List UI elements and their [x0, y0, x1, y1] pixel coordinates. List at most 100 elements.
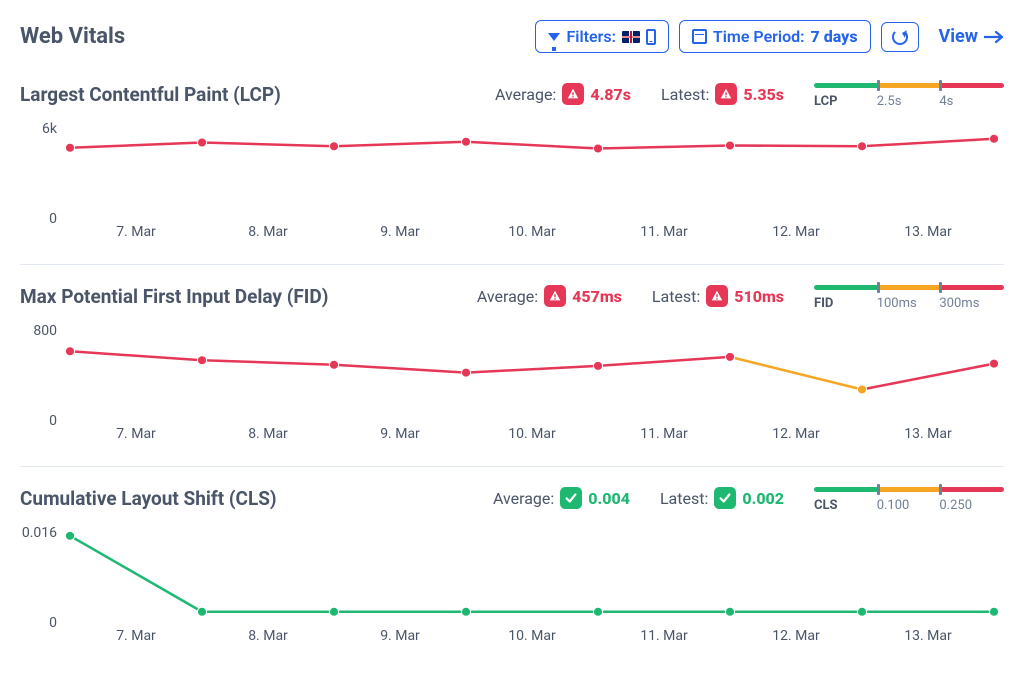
- warning-icon: [544, 285, 566, 307]
- metric-title: Max Potential First Input Delay (FID): [20, 285, 420, 308]
- stat-label: Latest:: [661, 85, 709, 104]
- stat-label: Average:: [477, 287, 538, 306]
- warning-icon: [562, 83, 584, 105]
- stat-value: 4.87s: [590, 85, 631, 104]
- threshold-name: CLS: [814, 498, 877, 513]
- stat-value: 5.35s: [743, 85, 784, 104]
- x-axis: 7. Mar8. Mar9. Mar10. Mar11. Mar12. Mar1…: [70, 628, 994, 648]
- refresh-icon: [892, 29, 908, 45]
- threshold-labels: CLS 0.100 0.250: [814, 498, 1004, 513]
- x-axis-label: 10. Mar: [508, 628, 555, 644]
- stat-value: 510ms: [734, 287, 784, 306]
- metric-title: Cumulative Layout Shift (CLS): [20, 487, 420, 510]
- stat-label: Average:: [493, 489, 554, 508]
- metric-stats: Average: 4.87s Latest: 5.35s: [440, 83, 794, 105]
- x-axis-label: 11. Mar: [640, 426, 687, 442]
- y-axis-label: 0: [49, 413, 57, 429]
- view-link[interactable]: View: [939, 26, 1004, 47]
- x-axis-label: 7. Mar: [116, 426, 156, 442]
- view-label: View: [939, 26, 978, 47]
- refresh-button[interactable]: [881, 22, 919, 52]
- threshold-bar: [814, 83, 1004, 88]
- stat-latest: Latest: 5.35s: [661, 83, 784, 105]
- check-icon: [560, 487, 582, 509]
- y-axis: 800 0: [20, 331, 65, 421]
- threshold-t1: 2.5s: [877, 94, 940, 109]
- x-axis-label: 8. Mar: [248, 628, 288, 644]
- y-axis-label: 0.016: [22, 525, 57, 541]
- x-axis-label: 9. Mar: [380, 426, 420, 442]
- filters-button[interactable]: Filters:: [535, 20, 668, 53]
- stat-label: Average:: [495, 85, 556, 104]
- plot-area: [70, 331, 994, 421]
- chart-cls[interactable]: 0.016 0 7. Mar 8. Mar 9. Mar 10. Mar 11. Mar…: [20, 533, 1004, 648]
- threshold-widget: CLS 0.100 0.250: [814, 487, 1004, 513]
- x-axis-label: 10. Mar: [508, 426, 555, 442]
- stat-latest: Latest: 0.002: [660, 487, 784, 509]
- stat-value: 0.002: [742, 489, 784, 508]
- x-axis-label: 13. Mar: [904, 224, 951, 240]
- x-axis: 7. Mar 8. Mar 9. Mar 10. Mar 11. Mar 12. Mar 1…: [70, 426, 994, 446]
- x-axis-label: 13. Mar: [904, 426, 951, 442]
- threshold-t2: 0.250: [939, 498, 972, 513]
- stat-latest: Latest: 510ms: [652, 285, 784, 307]
- x-axis-label: 12. Mar: [772, 426, 819, 442]
- header-controls: Filters: Time Period: 7 days View: [535, 20, 1004, 53]
- threshold-labels: FID 100ms 300ms: [814, 296, 1004, 311]
- stat-average: Average: 0.004: [493, 487, 630, 509]
- time-period-value: 7 days: [811, 27, 858, 46]
- metric-panel-fid: Max Potential First Input Delay (FID) Av…: [20, 285, 1004, 467]
- threshold-t2: 4s: [939, 94, 953, 109]
- stat-label: Latest:: [652, 287, 700, 306]
- mobile-device-icon: [646, 29, 656, 45]
- x-axis-label: 9. Mar: [380, 628, 420, 644]
- plot-area: [70, 533, 994, 623]
- chart-lcp[interactable]: 6k 0 7. Mar8. Mar9. Mar10. Mar11. Mar12.…: [20, 129, 1004, 244]
- y-axis: 6k 0: [20, 129, 65, 219]
- check-icon: [714, 487, 736, 509]
- x-axis-label: 8. Mar: [248, 224, 288, 240]
- stat-value: 0.004: [588, 489, 630, 508]
- threshold-t1: 100ms: [877, 296, 940, 311]
- metric-stats: Average: 0.004 Latest: 0.002: [440, 487, 794, 509]
- threshold-t2: 300ms: [939, 296, 979, 311]
- y-axis-label: 800: [33, 323, 57, 339]
- threshold-name: FID: [814, 296, 877, 311]
- threshold-bar: [814, 487, 1004, 492]
- stat-average: Average: 457ms: [477, 285, 622, 307]
- metric-title: Largest Contentful Paint (LCP): [20, 83, 420, 106]
- x-axis-label: 11. Mar: [640, 224, 687, 240]
- y-axis-label: 0: [49, 615, 57, 631]
- time-period-label: Time Period:: [713, 27, 805, 46]
- metric-header: Largest Contentful Paint (LCP) Average: …: [20, 83, 1004, 109]
- x-axis-label: 10. Mar: [508, 224, 555, 240]
- metric-header: Max Potential First Input Delay (FID) Av…: [20, 285, 1004, 311]
- x-axis-label: 13. Mar: [904, 628, 951, 644]
- y-axis-label: 0: [49, 211, 57, 227]
- metric-header: Cumulative Layout Shift (CLS) Average: 0…: [20, 487, 1004, 513]
- x-axis-label: 11. Mar: [640, 628, 687, 644]
- stat-average: Average: 4.87s: [495, 83, 631, 105]
- x-axis-label: 7. Mar: [116, 628, 156, 644]
- threshold-bar: [814, 285, 1004, 290]
- threshold-t1: 0.100: [877, 498, 940, 513]
- x-axis-label: 8. Mar: [248, 426, 288, 442]
- y-axis: 0.016 0: [20, 533, 65, 623]
- threshold-labels: LCP 2.5s 4s: [814, 94, 1004, 109]
- threshold-widget: FID 100ms 300ms: [814, 285, 1004, 311]
- stat-value: 457ms: [572, 287, 622, 306]
- y-axis-label: 6k: [42, 121, 57, 137]
- metric-stats: Average: 457ms Latest: 510ms: [440, 285, 794, 307]
- metric-panel-lcp: Largest Contentful Paint (LCP) Average: …: [20, 83, 1004, 265]
- x-axis-label: 9. Mar: [380, 224, 420, 240]
- uk-flag-icon: [622, 31, 640, 43]
- warning-icon: [706, 285, 728, 307]
- chart-fid[interactable]: 800 0 7. Mar 8. Mar 9. Mar 10. Mar 11. Mar 12…: [20, 331, 1004, 446]
- arrow-right-icon: [984, 30, 1004, 44]
- warning-icon: [715, 83, 737, 105]
- page-title: Web Vitals: [20, 24, 125, 49]
- plot-area: [70, 129, 994, 219]
- page-header: Web Vitals Filters: Time Period: 7 days …: [20, 20, 1004, 53]
- time-period-button[interactable]: Time Period: 7 days: [679, 20, 871, 53]
- x-axis-label: 7. Mar: [116, 224, 156, 240]
